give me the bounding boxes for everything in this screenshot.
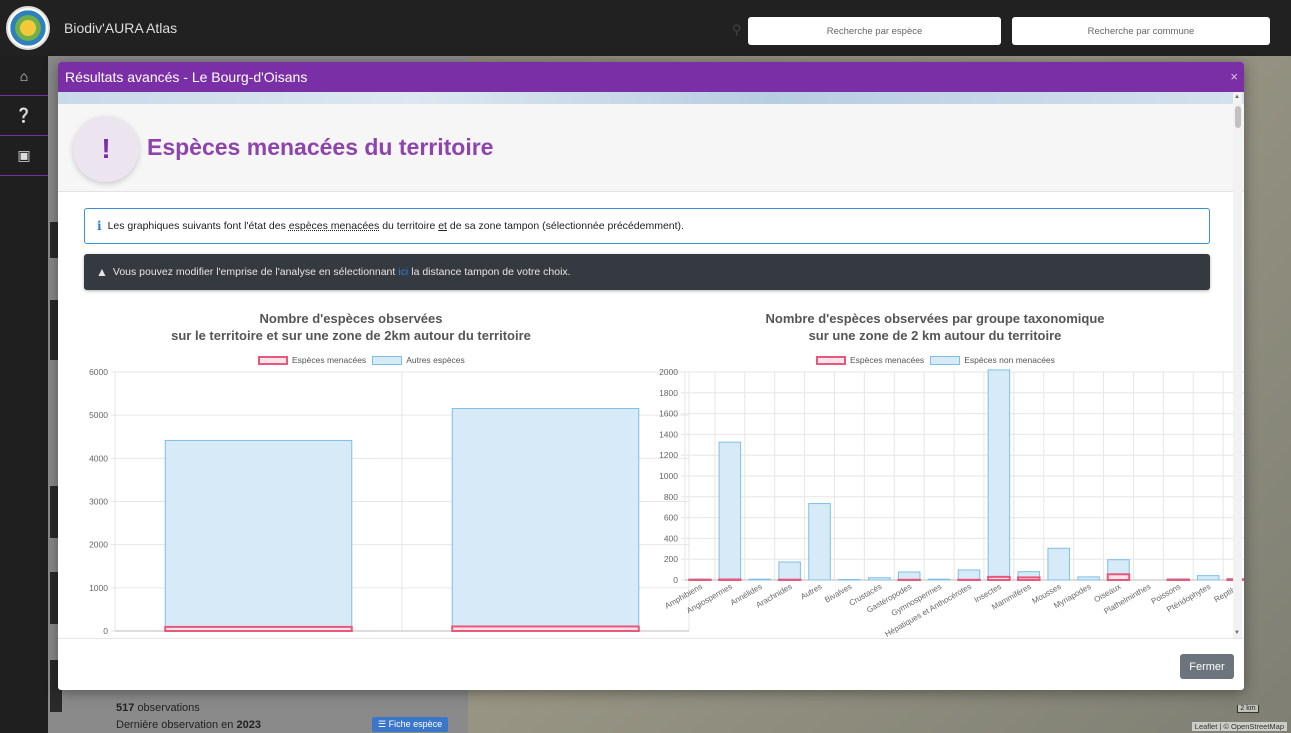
bar-threatened bbox=[718, 578, 742, 582]
chart2-svg[interactable]: 0200400600800100012001400160018002000Amp… bbox=[58, 92, 1244, 638]
y-tick-label: 2000 bbox=[659, 367, 678, 377]
close-icon[interactable]: × bbox=[1230, 69, 1238, 84]
bar-other bbox=[927, 578, 951, 581]
y-tick-label: 1000 bbox=[659, 471, 678, 481]
map-scale: 2 km bbox=[1237, 705, 1259, 713]
y-tick-label: 1600 bbox=[659, 409, 678, 419]
bar-other bbox=[718, 441, 742, 580]
y-tick-label: 200 bbox=[664, 554, 678, 564]
bar-other bbox=[897, 571, 921, 581]
y-tick-label: 600 bbox=[664, 513, 678, 523]
y-tick-label: 400 bbox=[664, 533, 678, 543]
x-tick-label: Autres bbox=[799, 582, 824, 601]
atlas-logo[interactable] bbox=[6, 6, 50, 50]
fiche-espece-button[interactable]: ☰ Fiche espèce bbox=[372, 717, 449, 732]
search-icon: ⚲ bbox=[732, 22, 742, 37]
bar-other bbox=[838, 578, 861, 581]
bar-other bbox=[748, 578, 771, 581]
commune-search-input[interactable]: Recherche par commune bbox=[1012, 17, 1270, 45]
help-icon[interactable]: ❔ bbox=[0, 96, 48, 136]
species-search-input[interactable]: Recherche par espèce bbox=[748, 17, 1001, 45]
bar-other bbox=[957, 569, 981, 581]
bar-threatened bbox=[1017, 576, 1041, 581]
observation-count: 517 observations bbox=[116, 702, 200, 714]
modal-scrollbar[interactable]: ▲ ▼ bbox=[1233, 92, 1242, 638]
bar-other bbox=[1107, 559, 1130, 575]
bar-other bbox=[868, 577, 891, 581]
advanced-results-modal: Résultats avancés - Le Bourg-d'Oisans × … bbox=[58, 62, 1244, 690]
bar-other bbox=[778, 561, 801, 581]
map-attribution[interactable]: Leaflet | © OpenStreetMap bbox=[1191, 722, 1287, 731]
home-icon[interactable]: ⌂ bbox=[0, 56, 48, 96]
last-observation: Dernière observation en 2023 bbox=[116, 719, 261, 731]
y-tick-label: 1200 bbox=[659, 450, 678, 460]
y-tick-label: 0 bbox=[673, 575, 678, 585]
bar-other bbox=[987, 369, 1011, 578]
close-button[interactable]: Fermer bbox=[1180, 654, 1234, 679]
y-tick-label: 800 bbox=[664, 492, 678, 502]
scrollbar-thumb[interactable] bbox=[1235, 106, 1241, 128]
bar-other bbox=[1077, 576, 1100, 581]
modal-title: Résultats avancés - Le Bourg-d'Oisans bbox=[65, 69, 308, 85]
sidebar: ⌂ ❔ ▣ bbox=[0, 56, 48, 733]
scroll-up-icon[interactable]: ▲ bbox=[1234, 94, 1240, 100]
bar-other bbox=[1196, 575, 1220, 581]
bar-threatened bbox=[1106, 573, 1131, 581]
modal-footer: Fermer bbox=[58, 638, 1244, 690]
y-tick-label: 1400 bbox=[659, 429, 678, 439]
modal-body[interactable]: ! Espèces menacées du territoire i Les g… bbox=[58, 92, 1244, 638]
scroll-down-icon[interactable]: ▼ bbox=[1234, 630, 1240, 636]
app-title[interactable]: Biodiv'AURA Atlas bbox=[64, 20, 177, 36]
camera-icon[interactable]: ▣ bbox=[0, 136, 48, 176]
bar-other bbox=[808, 503, 831, 581]
bar-threatened bbox=[987, 575, 1011, 582]
modal-header: Résultats avancés - Le Bourg-d'Oisans × bbox=[58, 62, 1244, 92]
bar-other bbox=[1047, 547, 1070, 581]
y-tick-label: 1800 bbox=[659, 388, 678, 398]
